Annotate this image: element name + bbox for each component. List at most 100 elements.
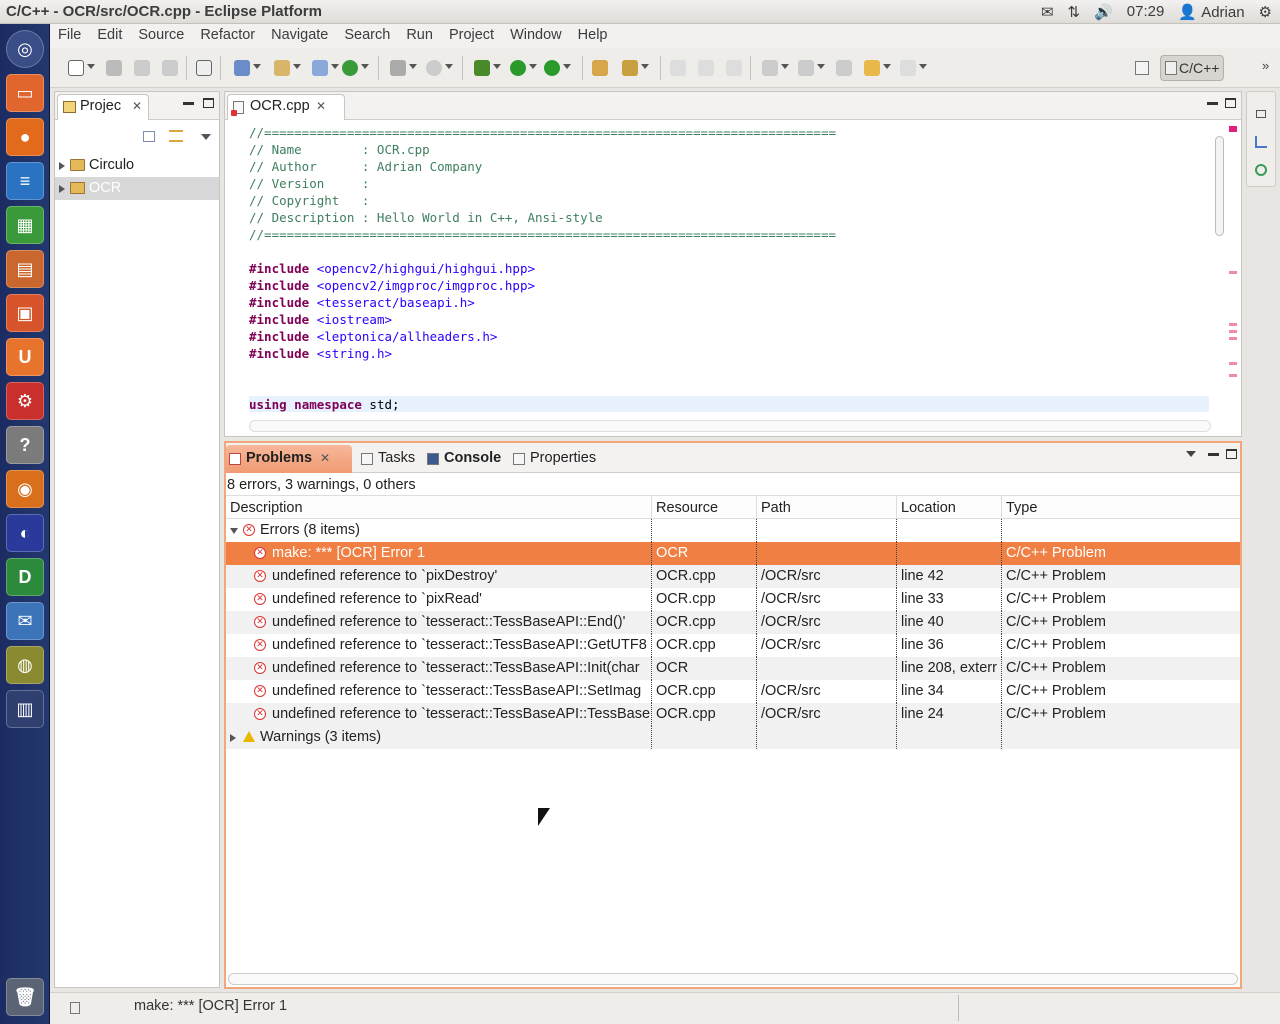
search-icon[interactable]: [622, 60, 638, 76]
next-annotation-icon[interactable]: [762, 60, 778, 76]
minimize-icon[interactable]: [1207, 102, 1218, 105]
open-type-icon[interactable]: [592, 60, 608, 76]
minimize-icon[interactable]: [183, 102, 194, 105]
network-updown-icon[interactable]: ⇅: [1068, 3, 1081, 21]
new-file-dropdown-icon[interactable]: [331, 64, 339, 69]
open-perspective-icon[interactable]: [1135, 61, 1149, 75]
restore-icon[interactable]: [1256, 110, 1266, 118]
forward-dropdown-icon[interactable]: [919, 64, 927, 69]
column-location[interactable]: Location: [897, 496, 1002, 518]
outline-icon[interactable]: [1255, 136, 1267, 148]
code-line[interactable]: #include <string.h>: [249, 345, 1209, 362]
tab-tasks[interactable]: Tasks: [358, 445, 420, 473]
expand-icon[interactable]: [230, 734, 236, 742]
whitespace-icon[interactable]: [726, 60, 742, 76]
table-row[interactable]: ✕ undefined reference to `tesseract::Tess…: [226, 611, 1240, 634]
tab-problems[interactable]: Problems ✕: [226, 445, 352, 473]
maximize-icon[interactable]: [203, 98, 214, 108]
print-icon[interactable]: [162, 60, 178, 76]
external-tools-icon[interactable]: [544, 60, 560, 76]
trash-icon[interactable]: 🗑: [6, 978, 44, 1016]
menu-navigate[interactable]: Navigate: [263, 24, 336, 48]
column-description[interactable]: Description: [226, 496, 652, 518]
user-menu[interactable]: 👤 Adrian: [1178, 3, 1244, 21]
column-type[interactable]: Type: [1002, 496, 1240, 518]
prev-annotation-icon[interactable]: [798, 60, 814, 76]
disk-utility-icon[interactable]: ◍: [6, 646, 44, 684]
system-settings-icon[interactable]: ⚙: [6, 382, 44, 420]
minimize-icon[interactable]: [1208, 453, 1219, 456]
mail-icon[interactable]: ✉: [1041, 3, 1054, 21]
external-tools-dropdown-icon[interactable]: [563, 64, 571, 69]
search-dropdown-icon[interactable]: [641, 64, 649, 69]
editor-horizontal-scrollbar[interactable]: [249, 420, 1211, 432]
close-icon[interactable]: ✕: [320, 445, 330, 471]
gear-icon[interactable]: ⚙: [1259, 3, 1272, 21]
back-icon[interactable]: [864, 60, 880, 76]
back-dropdown-icon[interactable]: [883, 64, 891, 69]
expand-icon[interactable]: [59, 162, 65, 170]
software-center-icon[interactable]: ▣: [6, 294, 44, 332]
tab-ocr-cpp[interactable]: OCR.cpp ✕: [227, 94, 345, 120]
code-line[interactable]: // Version :: [249, 175, 1209, 192]
new-dropdown-icon[interactable]: [87, 64, 95, 69]
build-target-dropdown-icon[interactable]: [445, 64, 453, 69]
warning-marker[interactable]: [1229, 362, 1237, 365]
build-target-icon[interactable]: [426, 60, 442, 76]
table-row[interactable]: ✕ undefined reference to `tesseract::Tess…: [226, 634, 1240, 657]
table-row[interactable]: ✕ make: *** [OCR] Error 1 OCR C/C++ Problem: [226, 542, 1240, 565]
problems-horizontal-scrollbar[interactable]: [228, 973, 1238, 985]
make-targets-icon[interactable]: [1255, 164, 1267, 176]
table-row[interactable]: ✕ undefined reference to `pixRead' OCR.cpp…: [226, 588, 1240, 611]
debug-icon[interactable]: [474, 60, 490, 76]
editor-vertical-scrollbar[interactable]: [1213, 124, 1225, 418]
maximize-icon[interactable]: [1225, 98, 1236, 108]
fast-view-icon[interactable]: [70, 1002, 80, 1014]
files-icon[interactable]: ▭: [6, 74, 44, 112]
block-select-icon[interactable]: [698, 60, 714, 76]
prev-annotation-dropdown-icon[interactable]: [817, 64, 825, 69]
volume-icon[interactable]: 🔊: [1094, 3, 1113, 21]
menu-run[interactable]: Run: [398, 24, 441, 48]
code-line[interactable]: #include <tesseract/baseapi.h>: [249, 294, 1209, 311]
maximize-icon[interactable]: [1226, 449, 1237, 459]
code-line[interactable]: // Description : Hello World in C++, Ans…: [249, 209, 1209, 226]
menu-window[interactable]: Window: [502, 24, 570, 48]
new-folder-icon[interactable]: [274, 60, 290, 76]
build-dropdown-icon[interactable]: [409, 64, 417, 69]
tab-properties[interactable]: Properties: [510, 445, 606, 473]
tree-item-circulo[interactable]: Circulo: [55, 154, 219, 177]
eclipse-icon[interactable]: ◐: [6, 514, 44, 552]
menu-search[interactable]: Search: [336, 24, 398, 48]
chevron-more-icon[interactable]: »: [1262, 58, 1269, 73]
code-line[interactable]: [249, 362, 1209, 379]
menu-file[interactable]: File: [50, 24, 89, 48]
save-icon[interactable]: [106, 60, 122, 76]
forward-icon[interactable]: [900, 60, 916, 76]
tree-item-ocr[interactable]: OCR: [55, 177, 219, 200]
link-editor-icon[interactable]: [169, 130, 183, 142]
new-project-icon[interactable]: [234, 60, 250, 76]
ubuntu-one-icon[interactable]: U: [6, 338, 44, 376]
build-icon[interactable]: [390, 60, 406, 76]
workspace-switcher-icon[interactable]: ▥: [6, 690, 44, 728]
warning-marker[interactable]: [1229, 330, 1237, 333]
view-menu-icon[interactable]: [201, 134, 211, 140]
table-row[interactable]: ✕ undefined reference to `tesseract::Tess…: [226, 657, 1240, 680]
run-icon[interactable]: [510, 60, 526, 76]
menu-edit[interactable]: Edit: [89, 24, 130, 48]
run-dropdown-icon[interactable]: [529, 64, 537, 69]
perspective-cpp-button[interactable]: C/C++: [1160, 55, 1224, 81]
column-path[interactable]: Path: [757, 496, 897, 518]
menu-project[interactable]: Project: [441, 24, 502, 48]
toggle-mark-icon[interactable]: [670, 60, 686, 76]
warning-marker[interactable]: [1229, 271, 1237, 274]
next-annotation-dropdown-icon[interactable]: [781, 64, 789, 69]
expand-icon[interactable]: [59, 185, 65, 193]
column-resource[interactable]: Resource: [652, 496, 757, 518]
tab-console[interactable]: Console: [424, 445, 506, 473]
code-line[interactable]: [249, 243, 1209, 260]
warning-marker[interactable]: [1229, 374, 1237, 377]
new-class-icon[interactable]: [342, 60, 358, 76]
firefox-icon[interactable]: ●: [6, 118, 44, 156]
